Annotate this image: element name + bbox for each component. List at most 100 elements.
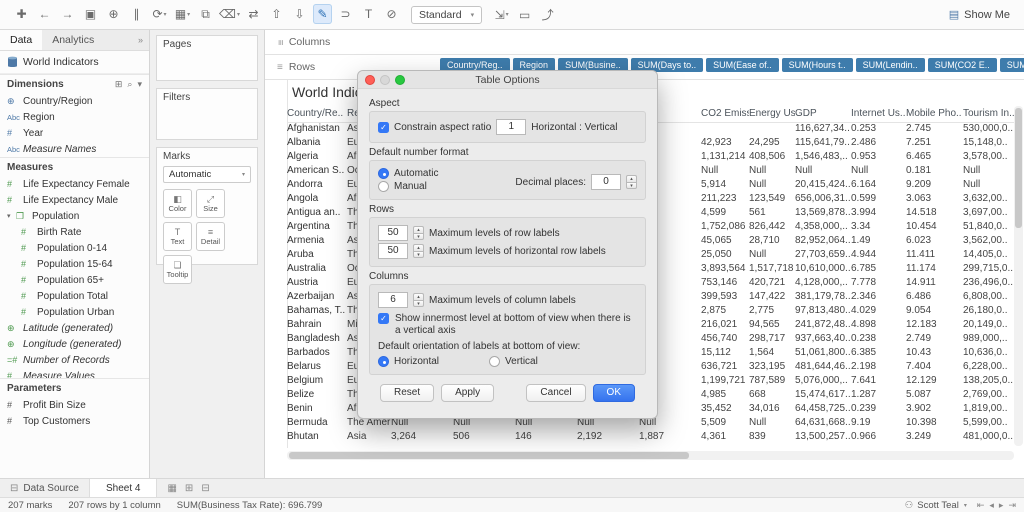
data-source-tab[interactable]: ⊟ Data Source — [0, 479, 90, 497]
table-cell[interactable]: 14.911 — [906, 276, 963, 290]
table-cell[interactable]: 3.34 — [851, 220, 906, 234]
filters-shelf[interactable]: Filters — [156, 88, 258, 140]
table-cell[interactable]: 28,710 — [749, 234, 795, 248]
decimal-places-stepper[interactable]: ▴▾ — [626, 175, 637, 189]
table-cell[interactable]: 20,415,424.. — [795, 178, 851, 192]
pane-options-icon[interactable]: » — [132, 30, 149, 50]
table-cell[interactable]: 787,589 — [749, 374, 795, 388]
table-cell[interactable]: 236,496,0.. — [963, 276, 1021, 290]
table-cell[interactable]: Asia — [347, 430, 391, 444]
max-horizontal-row-labels-input[interactable]: 50 — [378, 243, 408, 259]
table-cell[interactable]: 1,887 — [639, 430, 701, 444]
table-cell[interactable]: 2.198 — [851, 360, 906, 374]
view-options-icon[interactable]: ⊞ — [115, 79, 123, 90]
reset-button[interactable]: Reset — [380, 384, 434, 402]
table-cell[interactable]: 937,663,40.. — [795, 332, 851, 346]
table-cell[interactable]: 323,195 — [749, 360, 795, 374]
table-cell[interactable]: 4,985 — [701, 388, 749, 402]
field-item[interactable]: #Population Urban — [0, 304, 149, 320]
table-cell[interactable] — [701, 122, 749, 136]
row-header-cell[interactable]: Afghanistan — [287, 122, 347, 136]
table-cell[interactable]: 10.398 — [906, 416, 963, 430]
mark-type-dropdown[interactable]: Automatic ▾ — [163, 166, 251, 183]
table-cell[interactable]: 4,128,000,.. — [795, 276, 851, 290]
table-cell[interactable]: 2.749 — [906, 332, 963, 346]
redo-icon[interactable]: → — [58, 4, 77, 24]
field-item[interactable]: #Life Expectancy Female — [0, 176, 149, 192]
table-cell[interactable]: 42,923 — [701, 136, 749, 150]
show-me-button[interactable]: ▤ Show Me — [949, 8, 1014, 21]
table-cell[interactable]: 3.249 — [906, 430, 963, 444]
table-cell[interactable]: 10,610,000.. — [795, 262, 851, 276]
automatic-radio[interactable] — [378, 168, 389, 179]
table-cell[interactable]: 3,632,00.. — [963, 192, 1021, 206]
table-cell[interactable]: 5.087 — [906, 388, 963, 402]
table-cell[interactable]: 6.465 — [906, 150, 963, 164]
table-cell[interactable]: 13,569,878.. — [795, 206, 851, 220]
table-cell[interactable]: 5,599,00.. — [963, 416, 1021, 430]
table-cell[interactable]: 4,599 — [701, 206, 749, 220]
highlight-icon[interactable]: ✎ — [313, 4, 332, 24]
fit-selector-icon[interactable]: ⇲▾ — [492, 5, 511, 25]
table-cell[interactable]: 35,452 — [701, 402, 749, 416]
shelf-pill[interactable]: SUM(Hours t.. — [782, 58, 853, 72]
field-item[interactable]: #Birth Rate — [0, 224, 149, 240]
table-cell[interactable]: 147,422 — [749, 290, 795, 304]
marks-detail-button[interactable]: ≡Detail — [196, 222, 225, 251]
field-item[interactable]: #Year — [0, 125, 149, 141]
new-worksheet-icon[interactable]: ▦▾ — [173, 4, 192, 24]
caret-down-icon[interactable]: ▾ — [7, 212, 16, 220]
table-cell[interactable]: 4.029 — [851, 304, 906, 318]
table-cell[interactable]: 27,703,659.. — [795, 248, 851, 262]
marks-text-button[interactable]: TText — [163, 222, 192, 251]
shelf-pill[interactable]: SUM(CO2 E.. — [928, 58, 997, 72]
marks-color-button[interactable]: ◧Color — [163, 189, 192, 218]
table-cell[interactable]: 1,546,483,.. — [795, 150, 851, 164]
table-cell[interactable]: 5,076,000,.. — [795, 374, 851, 388]
sheet-4-tab[interactable]: Sheet 4 — [90, 479, 157, 497]
table-cell[interactable]: 34,016 — [749, 402, 795, 416]
table-cell[interactable]: 2.346 — [851, 290, 906, 304]
table-cell[interactable]: 7.641 — [851, 374, 906, 388]
table-cell[interactable]: 6,808,00.. — [963, 290, 1021, 304]
table-cell[interactable]: 0.181 — [906, 164, 963, 178]
table-cell[interactable]: 9.19 — [851, 416, 906, 430]
table-cell[interactable]: 3,562,00.. — [963, 234, 1021, 248]
table-cell[interactable]: 15,474,617.. — [795, 388, 851, 402]
table-cell[interactable]: Null — [749, 178, 795, 192]
field-item[interactable]: #Measure Values — [0, 368, 149, 378]
table-cell[interactable]: Null — [795, 164, 851, 178]
horizontal-scrollbar-thumb[interactable] — [289, 452, 689, 459]
field-item[interactable]: =#Number of Records — [0, 352, 149, 368]
table-cell[interactable]: 0.238 — [851, 332, 906, 346]
table-cell[interactable]: 6.486 — [906, 290, 963, 304]
table-cell[interactable]: 14,405,0.. — [963, 248, 1021, 262]
table-cell[interactable]: 2.486 — [851, 136, 906, 150]
user-menu[interactable]: ⚇ Scott Teal ▾ — [905, 500, 967, 511]
table-cell[interactable]: 11.411 — [906, 248, 963, 262]
field-item[interactable]: #Top Customers — [0, 413, 149, 429]
group-members-icon[interactable]: ⊃ — [336, 4, 355, 24]
table-cell[interactable]: 668 — [749, 388, 795, 402]
table-cell[interactable]: 753,146 — [701, 276, 749, 290]
table-cell[interactable]: 12.129 — [906, 374, 963, 388]
field-item[interactable]: AbcRegion — [0, 109, 149, 125]
fix-axes-icon[interactable]: ⊘ — [382, 4, 401, 24]
table-cell[interactable]: 0.239 — [851, 402, 906, 416]
row-header-cell[interactable]: Angola — [287, 192, 347, 206]
table-cell[interactable]: 138,205,0.. — [963, 374, 1021, 388]
new-story-icon[interactable]: ⊟ — [201, 483, 209, 494]
duplicate-sheet-icon[interactable]: ⧉ — [196, 5, 215, 25]
pause-updates-icon[interactable]: ∥ — [127, 4, 146, 24]
tableau-logo-icon[interactable]: ✚ — [12, 4, 31, 24]
table-cell[interactable]: 10.454 — [906, 220, 963, 234]
horizontal-radio[interactable] — [378, 356, 389, 367]
sort-descending-icon[interactable]: ⇩ — [290, 4, 309, 24]
table-cell[interactable]: 45,065 — [701, 234, 749, 248]
field-item[interactable]: ⊕Country/Region — [0, 93, 149, 109]
max-column-labels-stepper[interactable]: ▴▾ — [413, 293, 424, 307]
save-icon[interactable]: ▣ — [81, 4, 100, 24]
table-cell[interactable]: 826,442 — [749, 220, 795, 234]
table-cell[interactable]: 530,000,0.. — [963, 122, 1021, 136]
table-cell[interactable]: 24,295 — [749, 136, 795, 150]
